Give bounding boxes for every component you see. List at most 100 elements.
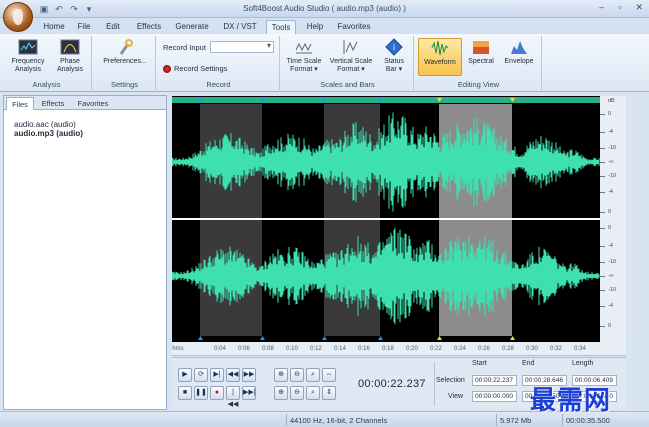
tab-file[interactable]: File — [72, 20, 96, 34]
file-size-status: 5.972 Mb — [500, 416, 532, 425]
time-tick-label: 0:06 — [238, 346, 250, 352]
time-scale-format-button[interactable]: Time Scale Format ▾ — [284, 38, 324, 74]
watermark: 最需网 — [530, 386, 612, 416]
tab-files[interactable]: Files — [6, 97, 34, 110]
time-tick-label: 0:08 — [262, 346, 274, 352]
time-tick-label: 0:04 — [214, 346, 226, 352]
record-group-label: Record — [206, 80, 231, 89]
stop-icon[interactable]: ■ — [178, 386, 192, 400]
vertical-scale-format-button[interactable]: Vertical Scale Format ▾ — [328, 38, 374, 74]
analysis-group-label: Analysis — [32, 80, 61, 89]
zoom-in-horizontal-icon[interactable]: ⊕ — [274, 368, 288, 382]
view-row-label: View — [448, 393, 464, 400]
file-item-aac[interactable]: audio.aac (audio) — [14, 120, 83, 129]
time-tick-label: 0:18 — [382, 346, 394, 352]
preferences-button[interactable]: Preferences... — [98, 38, 152, 66]
view-start-field[interactable]: 00:00:00.000 — [472, 391, 517, 402]
waveform-view-button[interactable]: Waveform — [418, 38, 462, 76]
go-to-end-icon[interactable]: ▶▶| — [242, 386, 256, 400]
loop-icon[interactable]: ⟳ — [194, 368, 208, 382]
tab-effects-panel[interactable]: Effects — [36, 97, 70, 110]
file-list: audio.aac (audio) audio.mp3 (audio) — [14, 120, 83, 138]
audio-format-status: 44100 Hz, 16-bit, 2 Channels — [290, 416, 388, 425]
tab-favorites-panel[interactable]: Favorites — [72, 97, 114, 110]
editing-view-group: Waveform Spectral Envelope Editing View — [416, 36, 542, 90]
current-time-display: 00:00:22.237 — [358, 378, 426, 390]
wrench-icon — [119, 39, 133, 55]
db-unit-label: dB — [608, 98, 615, 104]
frequency-analysis-icon — [18, 39, 38, 55]
selection-row-label: Selection — [436, 377, 465, 384]
files-panel: Files Effects Favorites audio.aac (audio… — [3, 95, 167, 410]
window-controls: – ▫ ✕ — [599, 2, 643, 13]
title-bar: ▣ ↶ ↷ ▾ Soft4Boost Audio Studio ( audio.… — [0, 0, 649, 32]
tab-help[interactable]: Help — [302, 20, 328, 34]
spectral-view-button[interactable]: Spectral — [464, 38, 498, 66]
file-item-mp3[interactable]: audio.mp3 (audio) — [14, 129, 83, 138]
pause-icon[interactable]: ❚❚ — [194, 386, 208, 400]
settings-group: Preferences... Settings — [94, 36, 156, 90]
time-tick-label: 0:20 — [406, 346, 418, 352]
time-ruler[interactable]: hms 0:04 0:06 0:08 0:10 0:12 0:14 0:16 0:18 0:20 0… — [172, 342, 626, 356]
zoom-selection-icon[interactable]: ⌕ — [306, 368, 320, 382]
minimize-icon[interactable]: – — [599, 2, 604, 13]
tab-dx-vst[interactable]: DX / VST — [220, 20, 260, 34]
tab-home[interactable]: Home — [38, 20, 70, 34]
maximize-icon[interactable]: ▫ — [618, 2, 621, 13]
phase-analysis-button[interactable]: Phase Analysis — [52, 38, 88, 74]
overview-strip[interactable] — [172, 97, 600, 103]
time-scale-icon — [295, 42, 312, 54]
time-tick-label: 0:28 — [502, 346, 514, 352]
zoom-full-icon[interactable]: ⇔ — [322, 368, 336, 382]
record-group: Record Input Record Settings Record — [158, 36, 280, 90]
app-menu-orb-icon[interactable] — [3, 2, 33, 32]
time-tick-label: 0:14 — [334, 346, 346, 352]
record-button-icon[interactable]: ● — [210, 386, 224, 400]
record-settings-button[interactable]: Record Settings — [163, 64, 227, 73]
time-tick-label: 0:30 — [526, 346, 538, 352]
zoom-reset-icon[interactable]: ⇕ — [322, 386, 336, 400]
db-scale: dB 0 -4 -10 -∞ -10 -4 0 0 -4 -10 -∞ -10 … — [600, 96, 626, 342]
tab-favorites[interactable]: Favorites — [334, 20, 374, 34]
play-icon[interactable]: ▶ — [178, 368, 192, 382]
window-title: Soft4Boost Audio Studio ( audio.mp3 (aud… — [243, 4, 406, 13]
zoom-fit-icon[interactable]: ⌕ — [306, 386, 320, 400]
ribbon: Frequency Analysis Phase Analysis Analys… — [0, 34, 649, 92]
close-icon[interactable]: ✕ — [635, 2, 643, 13]
analysis-group: Frequency Analysis Phase Analysis Analys… — [2, 36, 92, 90]
spectral-icon — [473, 41, 489, 54]
time-tick-label: 0:16 — [358, 346, 370, 352]
tab-tools[interactable]: Tools — [266, 20, 296, 34]
time-tick-label: 0:32 — [550, 346, 562, 352]
tab-edit[interactable]: Edit — [100, 20, 126, 34]
rewind-icon[interactable]: ◀◀ — [226, 368, 240, 382]
zoom-out-vertical-icon[interactable]: ⊖ — [290, 386, 304, 400]
zoom-out-horizontal-icon[interactable]: ⊖ — [290, 368, 304, 382]
time-tick-label: 0:12 — [310, 346, 322, 352]
time-tick-label: 0:22 — [430, 346, 442, 352]
length-column-label: Length — [572, 360, 594, 367]
channel-separator — [172, 218, 600, 220]
vertical-scale-icon — [343, 40, 358, 54]
record-icon — [163, 64, 171, 73]
envelope-view-button[interactable]: Envelope — [500, 38, 538, 66]
waveform-display[interactable] — [172, 96, 626, 342]
record-input-select[interactable] — [210, 41, 274, 53]
status-bar-button[interactable]: i Status Bar ▾ — [378, 38, 410, 74]
selection-start-field[interactable]: 00:00:22.237 — [472, 375, 517, 386]
scales-group: Time Scale Format ▾ Vertical Scale Forma… — [282, 36, 414, 90]
time-tick-label: 0:26 — [478, 346, 490, 352]
time-tick-label: 0:34 — [574, 346, 586, 352]
editing-view-group-label: Editing View — [457, 80, 500, 89]
settings-group-label: Settings — [110, 80, 139, 89]
tab-generate[interactable]: Generate — [170, 20, 214, 34]
zoom-in-vertical-icon[interactable]: ⊕ — [274, 386, 288, 400]
fast-forward-icon[interactable]: ▶▶ — [242, 368, 256, 382]
duration-status: 00:00:35.500 — [566, 416, 610, 425]
frequency-analysis-button[interactable]: Frequency Analysis — [8, 38, 48, 74]
start-column-label: Start — [472, 360, 487, 367]
go-to-start-icon[interactable]: |◀◀ — [226, 386, 240, 408]
play-to-end-icon[interactable]: ▶| — [210, 368, 224, 382]
tab-effects[interactable]: Effects — [132, 20, 166, 34]
scales-group-label: Scales and Bars — [320, 80, 375, 89]
